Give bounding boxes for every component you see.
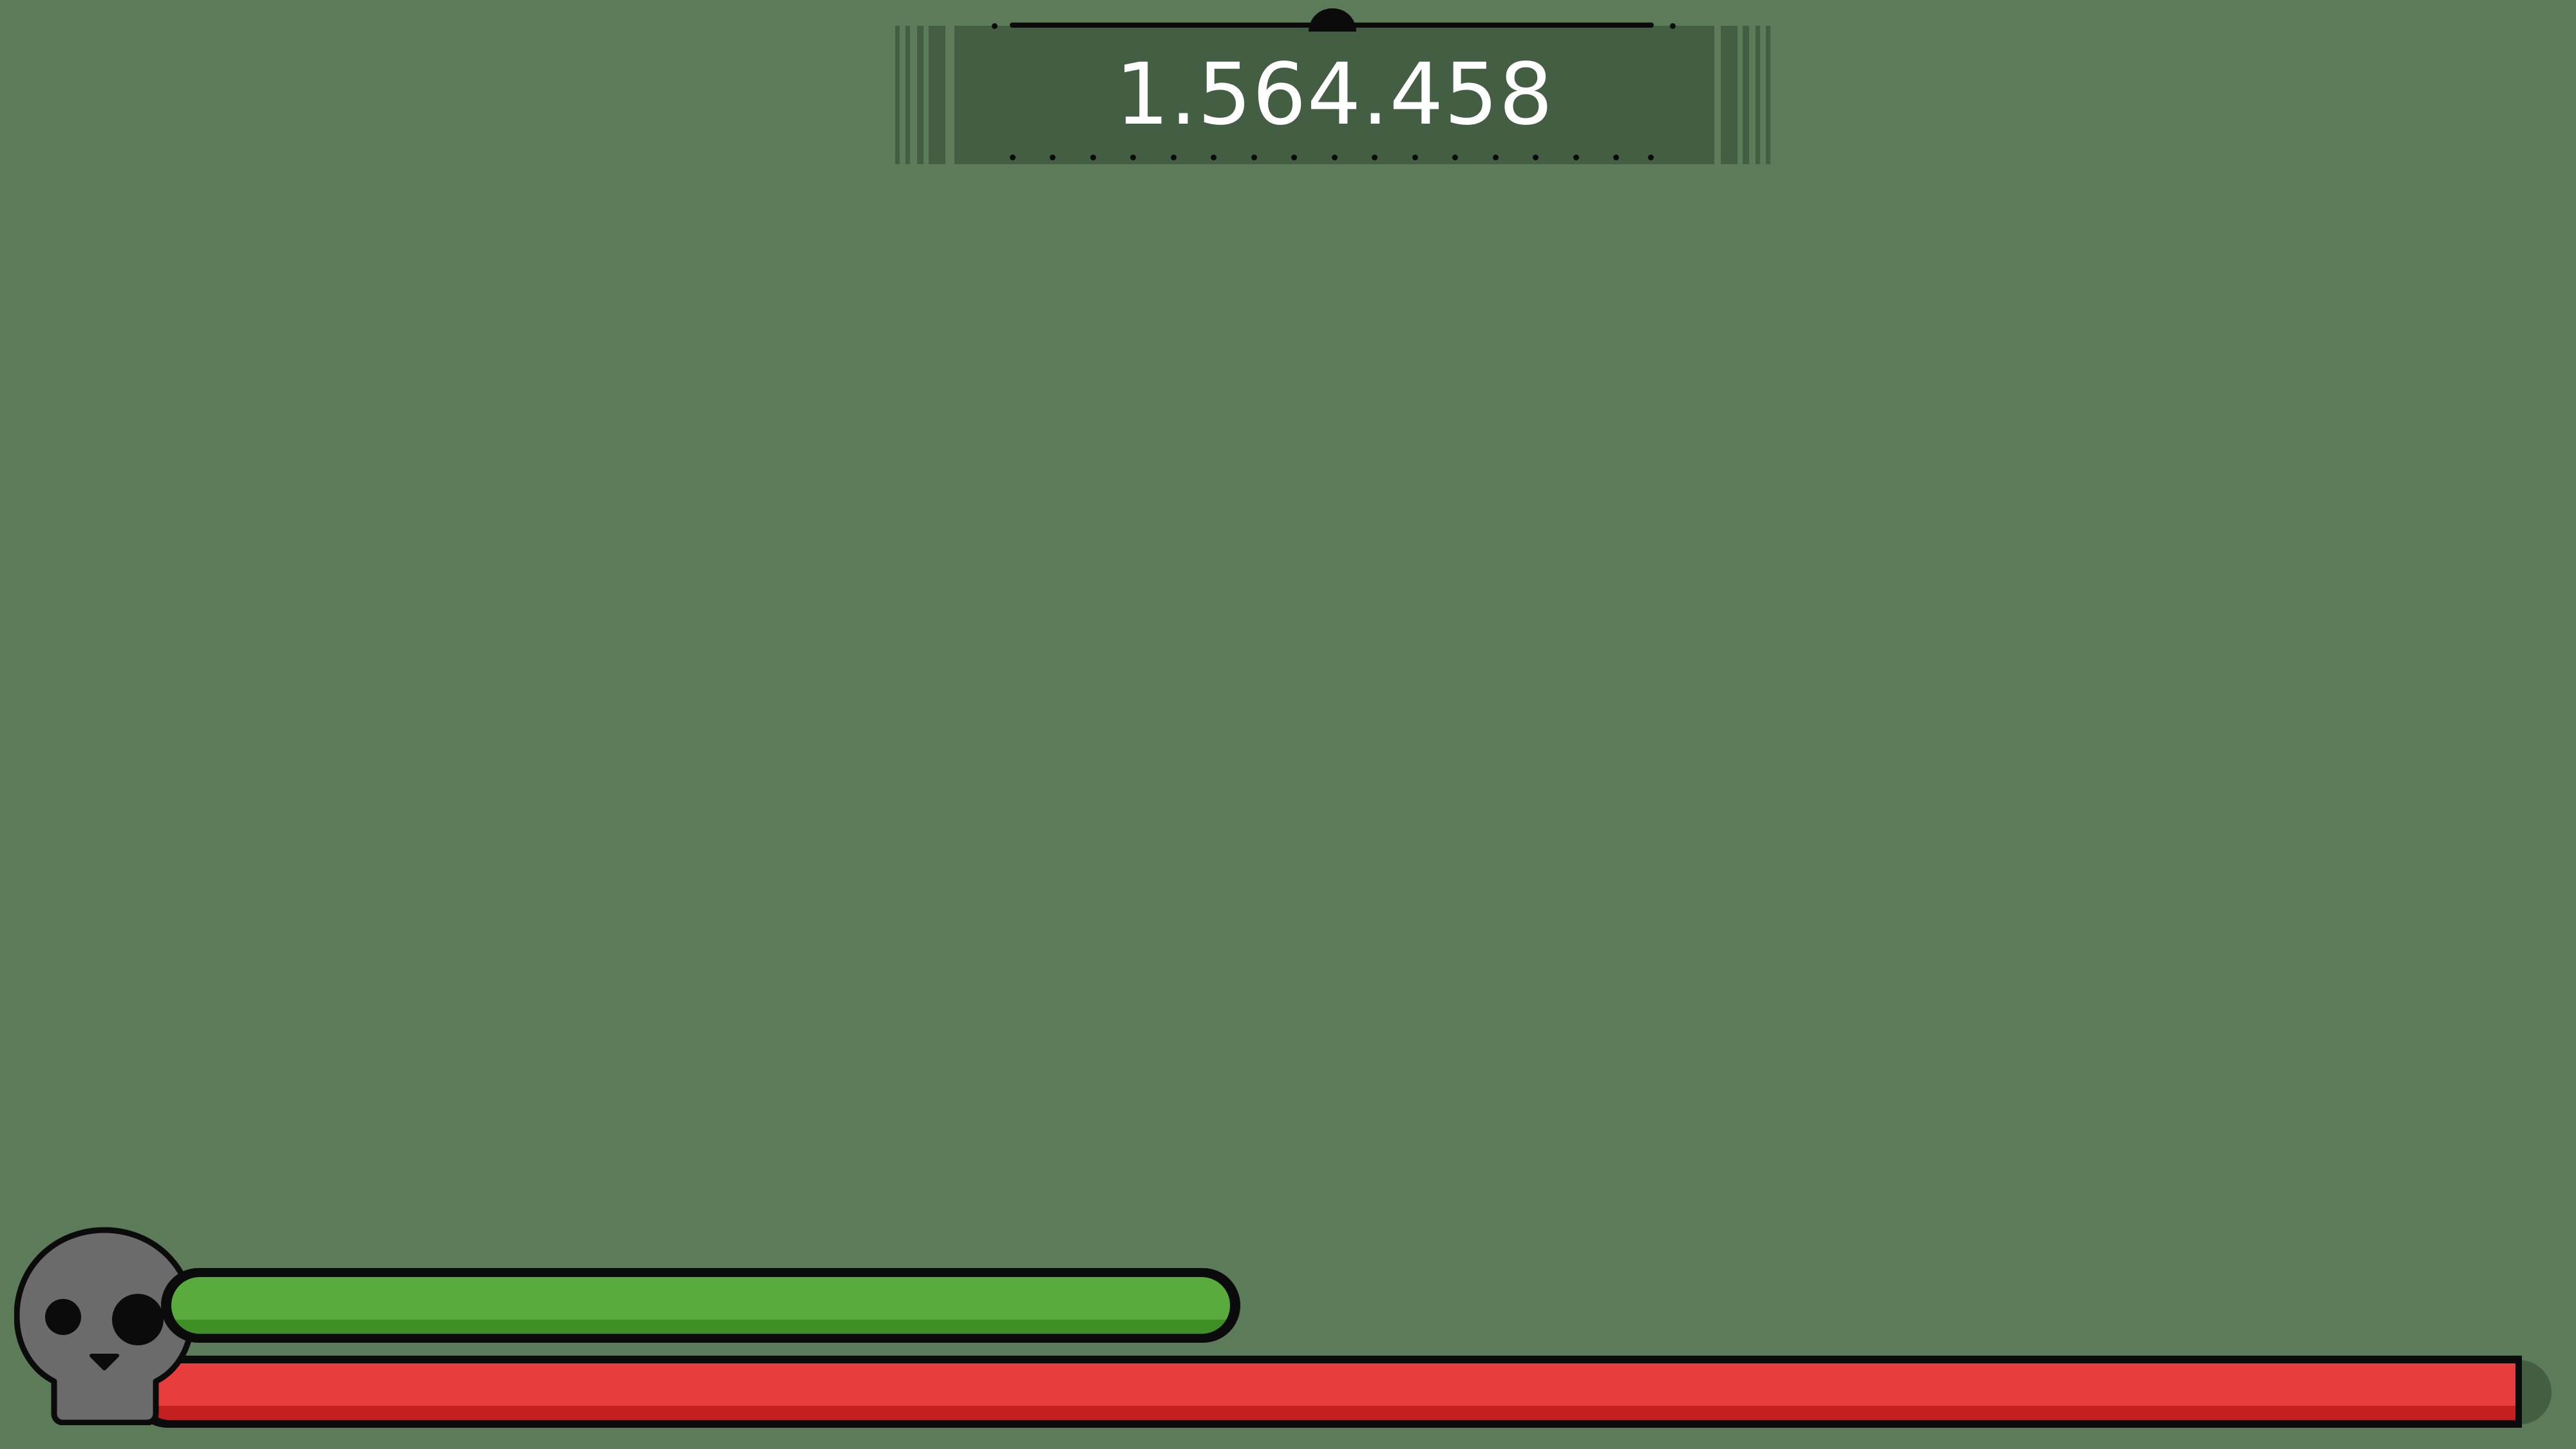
panel-stripe: [1756, 26, 1760, 164]
health-bar-fill: [142, 1363, 2515, 1420]
panel-stripe: [1743, 26, 1749, 164]
score-panel: 1.564.458: [895, 8, 1771, 166]
dot-row: [1010, 155, 1654, 162]
stamina-bar-fill: [171, 1277, 1230, 1334]
player-hud: [0, 1211, 2576, 1449]
game-scene: 1.564.458: [0, 0, 2576, 1449]
panel-stripe: [929, 26, 945, 164]
score-value: 1.564.458: [1115, 45, 1554, 144]
panel-stripe: [1766, 26, 1770, 164]
panel-stripe: [917, 26, 923, 164]
stamina-bar: [161, 1268, 1240, 1343]
panel-stripe: [905, 26, 910, 164]
health-bar: [131, 1356, 2522, 1428]
panel-stripe: [895, 26, 900, 164]
panel-stripe: [1721, 26, 1738, 164]
